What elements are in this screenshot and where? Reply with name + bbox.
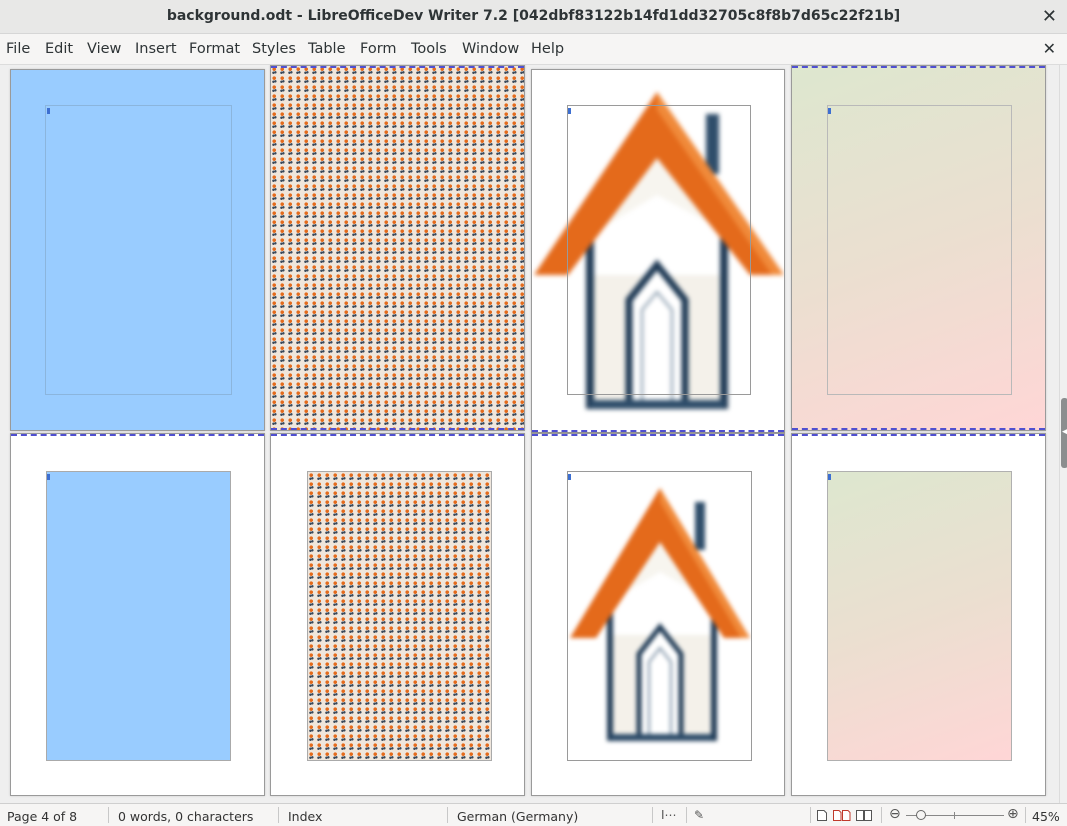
page-5-color-area[interactable] [10, 433, 265, 796]
book-view-icon[interactable] [855, 809, 873, 822]
menu-format[interactable]: Format [189, 41, 240, 57]
page-4-gradient-background[interactable] [791, 65, 1046, 431]
zoom-in-icon[interactable]: ⊕ [1007, 806, 1019, 822]
page-break-indicator [271, 428, 524, 430]
page-3-image-background[interactable] [531, 69, 785, 433]
divider [686, 807, 687, 823]
menu-window[interactable]: Window [462, 41, 519, 57]
paragraph-mark [828, 474, 831, 480]
paragraph-mark [47, 474, 50, 480]
paragraph-mark [568, 108, 571, 114]
page-break-indicator [532, 430, 784, 432]
menu-file[interactable]: File [6, 41, 30, 57]
zoom-slider-tick [954, 812, 955, 819]
text-area-image-fill [567, 471, 752, 761]
paragraph-mark [568, 474, 571, 480]
menu-table[interactable]: Table [308, 41, 346, 57]
word-count-status[interactable]: 0 words, 0 characters [118, 809, 253, 824]
page-break-indicator [11, 434, 264, 436]
menu-edit[interactable]: Edit [45, 41, 73, 57]
vertical-scrollbar[interactable]: ◀ [1059, 65, 1067, 803]
divider [810, 807, 811, 823]
page-2-pattern-background[interactable] [270, 65, 525, 431]
menu-tools[interactable]: Tools [411, 41, 447, 57]
page-7-image-area[interactable] [531, 433, 785, 796]
paragraph-mark [828, 108, 831, 114]
page-number-status[interactable]: Page 4 of 8 [7, 809, 77, 824]
chevron-left-icon: ◀ [1062, 427, 1067, 437]
page-break-indicator [792, 434, 1045, 436]
page-break-indicator [792, 66, 1045, 68]
menu-view[interactable]: View [87, 41, 121, 57]
text-area-color-fill [46, 471, 231, 761]
divider [1025, 807, 1026, 823]
menu-insert[interactable]: Insert [135, 41, 177, 57]
window-close-icon[interactable]: ✕ [1042, 6, 1057, 27]
page-break-indicator [532, 434, 784, 436]
menu-bar: File Edit View Insert Format Styles Tabl… [0, 34, 1067, 65]
divider [447, 807, 448, 823]
text-area-boundary [827, 105, 1012, 395]
page-1-color-background[interactable] [10, 69, 265, 431]
zoom-slider-handle[interactable] [916, 810, 926, 820]
menu-form[interactable]: Form [360, 41, 397, 57]
text-area-gradient-fill [827, 471, 1012, 761]
page-break-indicator [271, 434, 524, 436]
divider [278, 807, 279, 823]
divider [652, 807, 653, 823]
page-style-status[interactable]: Index [288, 809, 322, 824]
menu-help[interactable]: Help [531, 41, 564, 57]
menu-styles[interactable]: Styles [252, 41, 296, 57]
divider [108, 807, 109, 823]
status-bar: Page 4 of 8 0 words, 0 characters Index … [0, 803, 1067, 826]
language-status[interactable]: German (Germany) [457, 809, 578, 824]
paragraph-mark [47, 108, 50, 114]
insert-mode-icon[interactable]: I⋯ [661, 808, 677, 822]
document-close-icon[interactable]: ✕ [1043, 39, 1056, 58]
page-break-indicator [271, 66, 524, 68]
window-title: background.odt - LibreOfficeDev Writer 7… [166, 8, 901, 24]
text-area-boundary [567, 105, 751, 395]
divider [881, 807, 882, 823]
text-area-pattern-fill [307, 471, 492, 761]
multi-page-view-icon[interactable] [832, 809, 852, 822]
page-8-gradient-area[interactable] [791, 433, 1046, 796]
zoom-level[interactable]: 45% [1032, 809, 1060, 824]
text-area-boundary [45, 105, 232, 395]
single-page-view-icon[interactable] [816, 809, 828, 822]
page-6-pattern-area[interactable] [270, 433, 525, 796]
title-bar: background.odt - LibreOfficeDev Writer 7… [0, 0, 1067, 34]
house-icon [570, 488, 750, 741]
zoom-out-icon[interactable]: ⊖ [889, 806, 901, 822]
page-break-indicator [792, 428, 1045, 430]
digital-signature-icon[interactable]: ✎ [694, 808, 704, 822]
document-canvas[interactable] [0, 65, 1059, 803]
